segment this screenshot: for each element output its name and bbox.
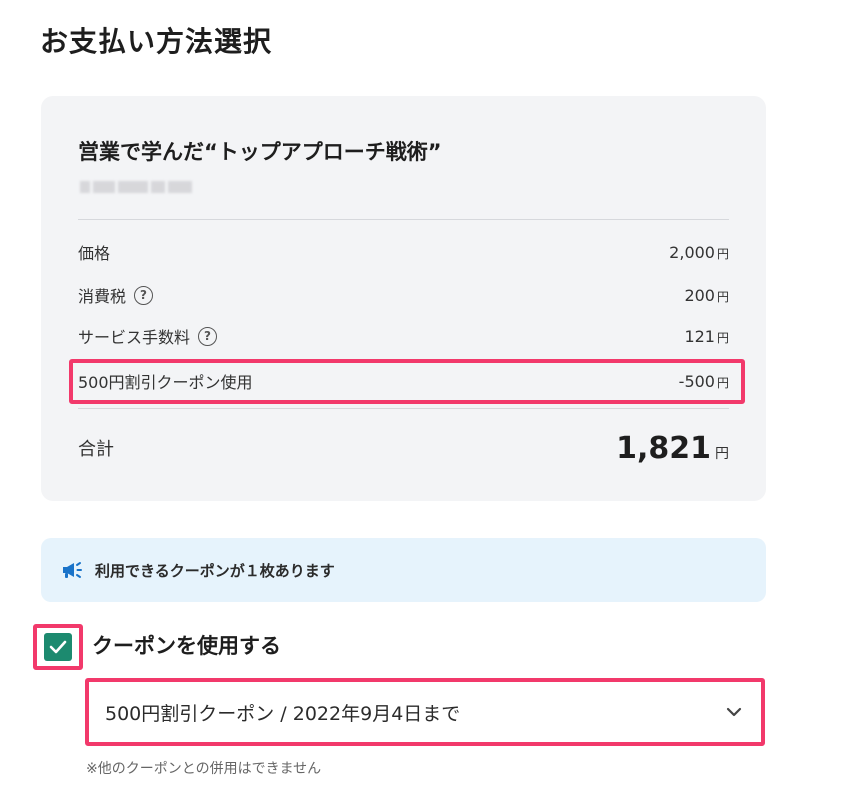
check-icon bbox=[49, 640, 67, 654]
service-fee-value: 121 bbox=[684, 326, 715, 346]
total-row: 合計 1,821 円 bbox=[78, 428, 729, 468]
service-fee-label: サービス手数料 bbox=[78, 328, 191, 347]
tax-value: 200 bbox=[684, 285, 715, 305]
yen-unit: 円 bbox=[716, 289, 729, 304]
order-summary-card: 営業で学んだ“トップアプローチ戦術” 価格 2,000 円 消費税 ? 200 … bbox=[41, 96, 766, 501]
product-title: 営業で学んだ“トップアプローチ戦術” bbox=[78, 140, 442, 164]
total-value: 1,821 bbox=[616, 430, 711, 466]
coupon-discount-label: 500円割引クーポン使用 bbox=[78, 373, 253, 392]
yen-unit: 円 bbox=[716, 330, 729, 345]
tax-label: 消費税 bbox=[78, 287, 127, 306]
use-coupon-checkbox[interactable] bbox=[44, 633, 72, 661]
megaphone-icon bbox=[63, 562, 82, 578]
coupon-note: ※他のクーポンとの併用はできません bbox=[86, 761, 322, 777]
price-label: 価格 bbox=[78, 244, 111, 263]
chevron-down-icon bbox=[726, 707, 742, 717]
price-row: 価格 2,000 円 bbox=[78, 240, 729, 264]
coupon-discount-value: -500 bbox=[678, 371, 715, 391]
price-value: 2,000 bbox=[669, 242, 715, 262]
tax-help-icon[interactable]: ? bbox=[134, 285, 154, 305]
coupon-select[interactable]: 500円割引クーポン / 2022年9月4日まで bbox=[85, 678, 765, 746]
tax-row: 消費税 ? 200 円 bbox=[78, 283, 729, 307]
coupon-discount-row: 500円割引クーポン使用 -500 円 bbox=[78, 369, 729, 393]
coupon-notice-text: 利用できるクーポンが１枚あります bbox=[95, 561, 335, 580]
divider bbox=[78, 219, 729, 220]
page-title: お支払い方法選択 bbox=[40, 25, 273, 58]
yen-unit: 円 bbox=[715, 445, 729, 462]
total-label: 合計 bbox=[78, 439, 114, 460]
divider bbox=[78, 408, 729, 409]
yen-unit: 円 bbox=[716, 375, 729, 390]
use-coupon-checkbox-highlight bbox=[33, 624, 83, 670]
yen-unit: 円 bbox=[716, 246, 729, 261]
service-fee-help-icon[interactable]: ? bbox=[198, 326, 218, 346]
service-fee-row: サービス手数料 ? 121 円 bbox=[78, 324, 729, 348]
coupon-select-value: 500円割引クーポン / 2022年9月4日まで bbox=[105, 702, 461, 725]
use-coupon-label[interactable]: クーポンを使用する bbox=[92, 630, 281, 660]
coupon-available-notice: 利用できるクーポンが１枚あります bbox=[41, 538, 766, 602]
seller-name-blurred bbox=[80, 181, 192, 193]
